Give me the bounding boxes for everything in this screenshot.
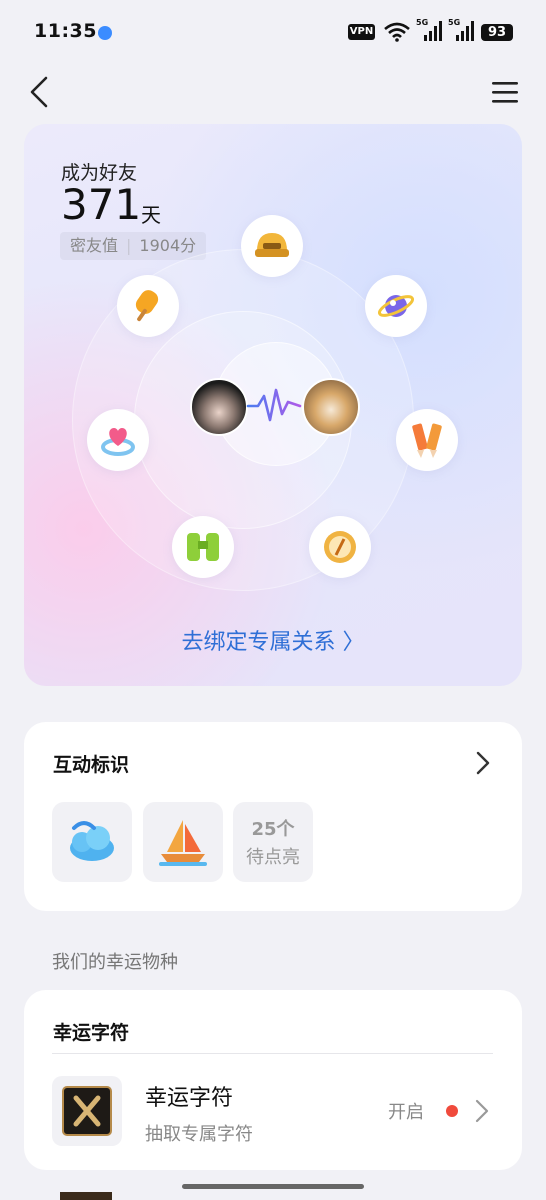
- unread-dot-icon: [446, 1105, 458, 1117]
- chevron-right-icon[interactable]: [472, 749, 494, 777]
- pending-count: 25个: [251, 819, 295, 840]
- back-arrow-icon[interactable]: [26, 74, 58, 110]
- wifi-icon: [384, 22, 410, 42]
- lucky-item-subtitle: 抽取专属字符: [145, 1124, 253, 1145]
- orbit-helmet-icon[interactable]: [241, 215, 303, 277]
- notification-bubble-icon: [98, 26, 112, 40]
- lucky-item-state: 开启: [388, 1102, 424, 1123]
- orbit-binoculars-icon[interactable]: [172, 516, 234, 578]
- lucky-character-card: 幸运字符 幸运字符 抽取专属字符 开启: [24, 990, 522, 1170]
- pending-label: 待点亮: [246, 847, 300, 868]
- bind-relationship-link[interactable]: 去绑定专属关系 〉: [24, 624, 522, 656]
- my-avatar[interactable]: [190, 378, 248, 436]
- lucky-card-title: 幸运字符: [53, 1022, 130, 1044]
- friendship-days: 371: [61, 180, 142, 229]
- badge-sailboat[interactable]: [143, 802, 223, 882]
- next-item-peek: [60, 1192, 112, 1200]
- lucky-section-heading: 我们的幸运物种: [52, 952, 178, 973]
- cloud-wave-icon: [70, 821, 114, 861]
- status-bar: 11:35 VPN 5G 5G 93: [0, 0, 546, 64]
- soundwave-icon: [246, 388, 302, 422]
- orbit-popsicle-icon[interactable]: [117, 275, 179, 337]
- battery-indicator: 93: [481, 24, 513, 41]
- home-indicator[interactable]: [182, 1184, 364, 1189]
- orbit-compass-icon[interactable]: [309, 516, 371, 578]
- lucky-character-thumb: [52, 1076, 122, 1146]
- signal-1-icon: 5G: [416, 18, 442, 42]
- friendship-hero-card: 成为好友 371 天 密友值 | 1904分 去绑定专属关系 〉: [24, 124, 522, 686]
- intimacy-score-value: 1904分: [139, 236, 197, 255]
- badge-pending[interactable]: 25个 待点亮: [233, 802, 313, 882]
- intimacy-score: 密友值 | 1904分: [60, 232, 207, 260]
- card-divider: [52, 1053, 493, 1054]
- lucky-item-title: 幸运字符: [145, 1086, 234, 1111]
- interaction-title: 互动标识: [53, 754, 130, 776]
- orbit-heart-ring-icon[interactable]: [87, 409, 149, 471]
- signal-2-icon: 5G: [448, 18, 474, 42]
- intimacy-score-label: 密友值: [70, 236, 119, 255]
- sailboat-icon: [159, 820, 207, 866]
- chevron-right-icon: [475, 1099, 489, 1123]
- interaction-badges-card: 互动标识 25个 待点亮: [24, 722, 522, 911]
- orbit-pencils-icon[interactable]: [396, 409, 458, 471]
- friendship-days-unit: 天: [141, 203, 161, 227]
- orbit-planet-icon[interactable]: [365, 275, 427, 337]
- lucky-character-row[interactable]: 幸运字符 抽取专属字符 开启: [52, 1076, 493, 1146]
- letter-x-tile-icon: [62, 1086, 112, 1136]
- friend-avatar[interactable]: [302, 378, 360, 436]
- status-time: 11:35: [34, 20, 97, 42]
- vpn-badge: VPN: [348, 24, 375, 40]
- score-divider: |: [126, 236, 132, 255]
- menu-icon[interactable]: [490, 78, 520, 106]
- badge-cloud-wave[interactable]: [52, 802, 132, 882]
